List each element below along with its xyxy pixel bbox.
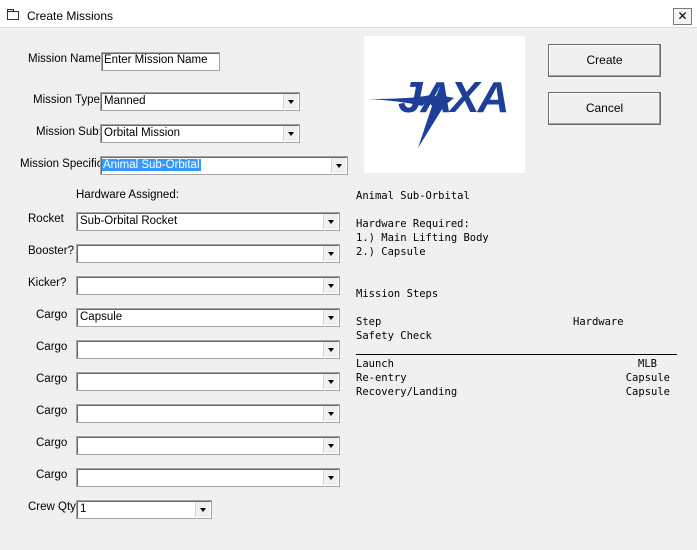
step-name: Re-entry	[356, 372, 407, 384]
step-name: Launch	[356, 358, 394, 370]
mission-specific-label: Mission Specific:	[20, 158, 106, 170]
rocket-label: Rocket	[28, 213, 64, 225]
chevron-down-icon[interactable]	[323, 374, 338, 389]
cargo-label-5: Cargo	[36, 437, 68, 449]
mission-name-label: Mission Name:	[28, 53, 105, 65]
chevron-down-icon[interactable]	[323, 278, 338, 293]
rocket-value: Sub-Orbital Rocket	[80, 215, 178, 227]
cargo-select-1[interactable]: Capsule	[76, 308, 340, 327]
step-hardware: MLB	[638, 358, 657, 370]
chevron-down-icon[interactable]	[283, 94, 298, 109]
cargo-select-2[interactable]	[76, 340, 340, 359]
chevron-down-icon[interactable]	[323, 470, 338, 485]
chevron-down-icon[interactable]	[323, 246, 338, 261]
create-button[interactable]: Create	[548, 44, 661, 77]
window-icon	[7, 9, 19, 20]
crew-qty-label: Crew Qty	[28, 501, 76, 513]
steps-col-hardware: Hardware	[573, 316, 624, 328]
mission-specific-select[interactable]: Animal Sub-Orbital	[100, 156, 348, 175]
kicker-label: Kicker?	[28, 277, 67, 289]
jaxa-logo-text: JAXA	[398, 73, 507, 122]
cargo-label-1: Cargo	[36, 309, 68, 321]
steps-divider	[356, 354, 677, 355]
kicker-select[interactable]	[76, 276, 340, 295]
cargo-label-3: Cargo	[36, 373, 68, 385]
chevron-down-icon[interactable]	[331, 158, 346, 173]
close-button[interactable]: ✕	[673, 8, 692, 25]
mission-name-input[interactable]	[104, 54, 214, 66]
cargo-select-5[interactable]	[76, 436, 340, 455]
cargo-select-6[interactable]	[76, 468, 340, 487]
mission-name-field[interactable]	[101, 52, 220, 71]
mission-type-select[interactable]: Manned	[100, 92, 300, 111]
pre-step: Safety Check	[356, 330, 432, 342]
cargo-value-1: Capsule	[80, 311, 123, 323]
chevron-down-icon[interactable]	[323, 214, 338, 229]
cargo-label-4: Cargo	[36, 405, 68, 417]
step-hardware: Capsule	[625, 372, 670, 384]
title-bar: Create Missions ✕	[0, 5, 697, 28]
hardware-required-item: 2.) Capsule	[356, 246, 426, 258]
step-name: Recovery/Landing	[356, 386, 458, 398]
crew-qty-value: 1	[80, 503, 87, 515]
mission-specific-value: Animal Sub-Orbital	[102, 159, 201, 171]
jaxa-logo: JAXA	[364, 36, 525, 173]
hardware-required-heading: Hardware Required:	[356, 218, 470, 230]
cargo-label-2: Cargo	[36, 341, 68, 353]
booster-select[interactable]	[76, 244, 340, 263]
mission-steps-heading: Mission Steps	[356, 288, 439, 300]
mission-sub-select[interactable]: Orbital Mission	[100, 124, 300, 143]
mission-sub-value: Orbital Mission	[104, 127, 181, 139]
hardware-required-item: 1.) Main Lifting Body	[356, 232, 489, 244]
mission-type-label: Mission Type:	[33, 94, 104, 106]
cargo-select-4[interactable]	[76, 404, 340, 423]
cargo-label-6: Cargo	[36, 469, 68, 481]
chevron-down-icon[interactable]	[283, 126, 298, 141]
mission-sub-label: Mission Sub:	[36, 126, 102, 138]
close-icon: ✕	[677, 9, 688, 23]
chevron-down-icon[interactable]	[323, 438, 338, 453]
chevron-down-icon[interactable]	[323, 342, 338, 357]
rocket-select[interactable]: Sub-Orbital Rocket	[76, 212, 340, 231]
chevron-down-icon[interactable]	[195, 502, 210, 517]
step-hardware: Capsule	[625, 386, 670, 398]
chevron-down-icon[interactable]	[323, 406, 338, 421]
hardware-assigned-heading: Hardware Assigned:	[76, 189, 179, 201]
cancel-button[interactable]: Cancel	[548, 92, 661, 125]
crew-qty-select[interactable]: 1	[76, 500, 212, 519]
mission-type-value: Manned	[104, 95, 146, 107]
steps-col-step: Step	[356, 316, 382, 328]
window-title: Create Missions	[27, 9, 114, 23]
details-title: Animal Sub-Orbital	[356, 190, 470, 202]
jaxa-logo-graphic: JAXA	[368, 73, 509, 148]
cargo-select-3[interactable]	[76, 372, 340, 391]
booster-label: Booster?	[28, 245, 75, 257]
chevron-down-icon[interactable]	[323, 310, 338, 325]
